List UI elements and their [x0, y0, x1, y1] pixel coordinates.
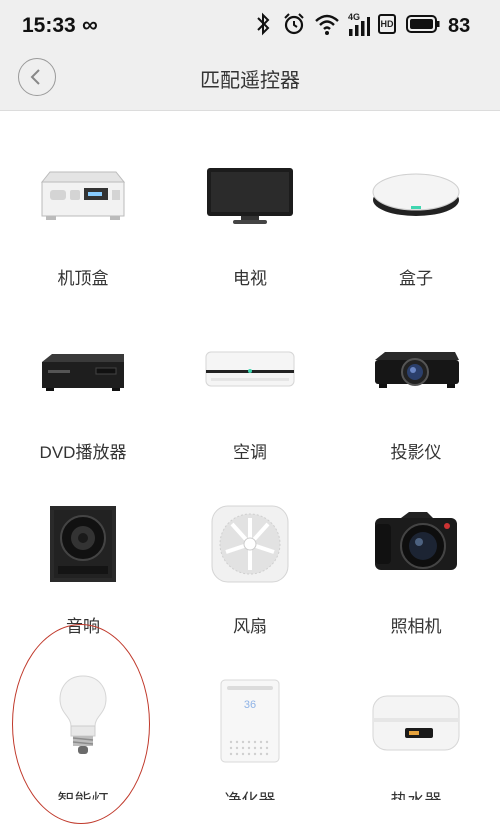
status-icons: 4G HD 83 — [256, 12, 486, 40]
tv-box-icon — [333, 110, 499, 260]
speaker-icon — [0, 458, 166, 608]
status-bar: 15:33 ∞ 4G HD 83 — [0, 0, 500, 52]
device-tile-dvd-player[interactable]: DVD播放器 — [0, 284, 166, 462]
device-label: 热水器 — [333, 786, 499, 800]
battery-percent: 83 — [448, 15, 471, 37]
page-title: 匹配遥控器 — [200, 70, 300, 92]
status-time: 15:33 — [22, 14, 76, 37]
device-tile-projector[interactable]: 投影仪 — [333, 284, 499, 462]
hd-label: HD — [380, 19, 394, 29]
air-purifier-icon: 36 — [167, 632, 333, 782]
annotation-circle — [12, 624, 150, 824]
wifi-icon — [315, 14, 339, 35]
device-tile-tv-box[interactable]: 盒子 — [333, 110, 499, 288]
fan-icon — [167, 458, 333, 608]
title-bar: 匹配遥控器 — [0, 52, 500, 111]
signal-icon — [349, 17, 370, 36]
device-tile-speaker[interactable]: 音响 — [0, 458, 166, 636]
set-top-box-icon — [0, 110, 166, 260]
battery-icon — [406, 15, 440, 33]
air-conditioner-icon — [167, 284, 333, 434]
dvd-player-icon — [0, 284, 166, 434]
device-tile-water-heater[interactable]: 热水器 — [333, 632, 499, 800]
alarm-icon — [284, 13, 304, 35]
purifier-display-value: 36 — [244, 699, 256, 711]
projector-icon — [333, 284, 499, 434]
device-tile-air-purifier[interactable]: 36 净化器 — [167, 632, 333, 800]
camera-icon — [333, 458, 499, 608]
water-heater-icon — [333, 632, 499, 782]
device-tile-air-conditioner[interactable]: 空调 — [167, 284, 333, 462]
bluetooth-icon — [257, 12, 270, 36]
device-label: 净化器 — [167, 786, 333, 800]
device-tile-fan[interactable]: 风扇 — [167, 458, 333, 636]
hd-icon: HD — [378, 14, 396, 34]
device-tile-set-top-box[interactable]: 机顶盒 — [0, 110, 166, 288]
device-tile-tv[interactable]: 电视 — [167, 110, 333, 288]
loop-icon: ∞ — [82, 12, 98, 37]
device-tile-camera[interactable]: 照相机 — [333, 458, 499, 636]
tv-icon — [167, 110, 333, 260]
